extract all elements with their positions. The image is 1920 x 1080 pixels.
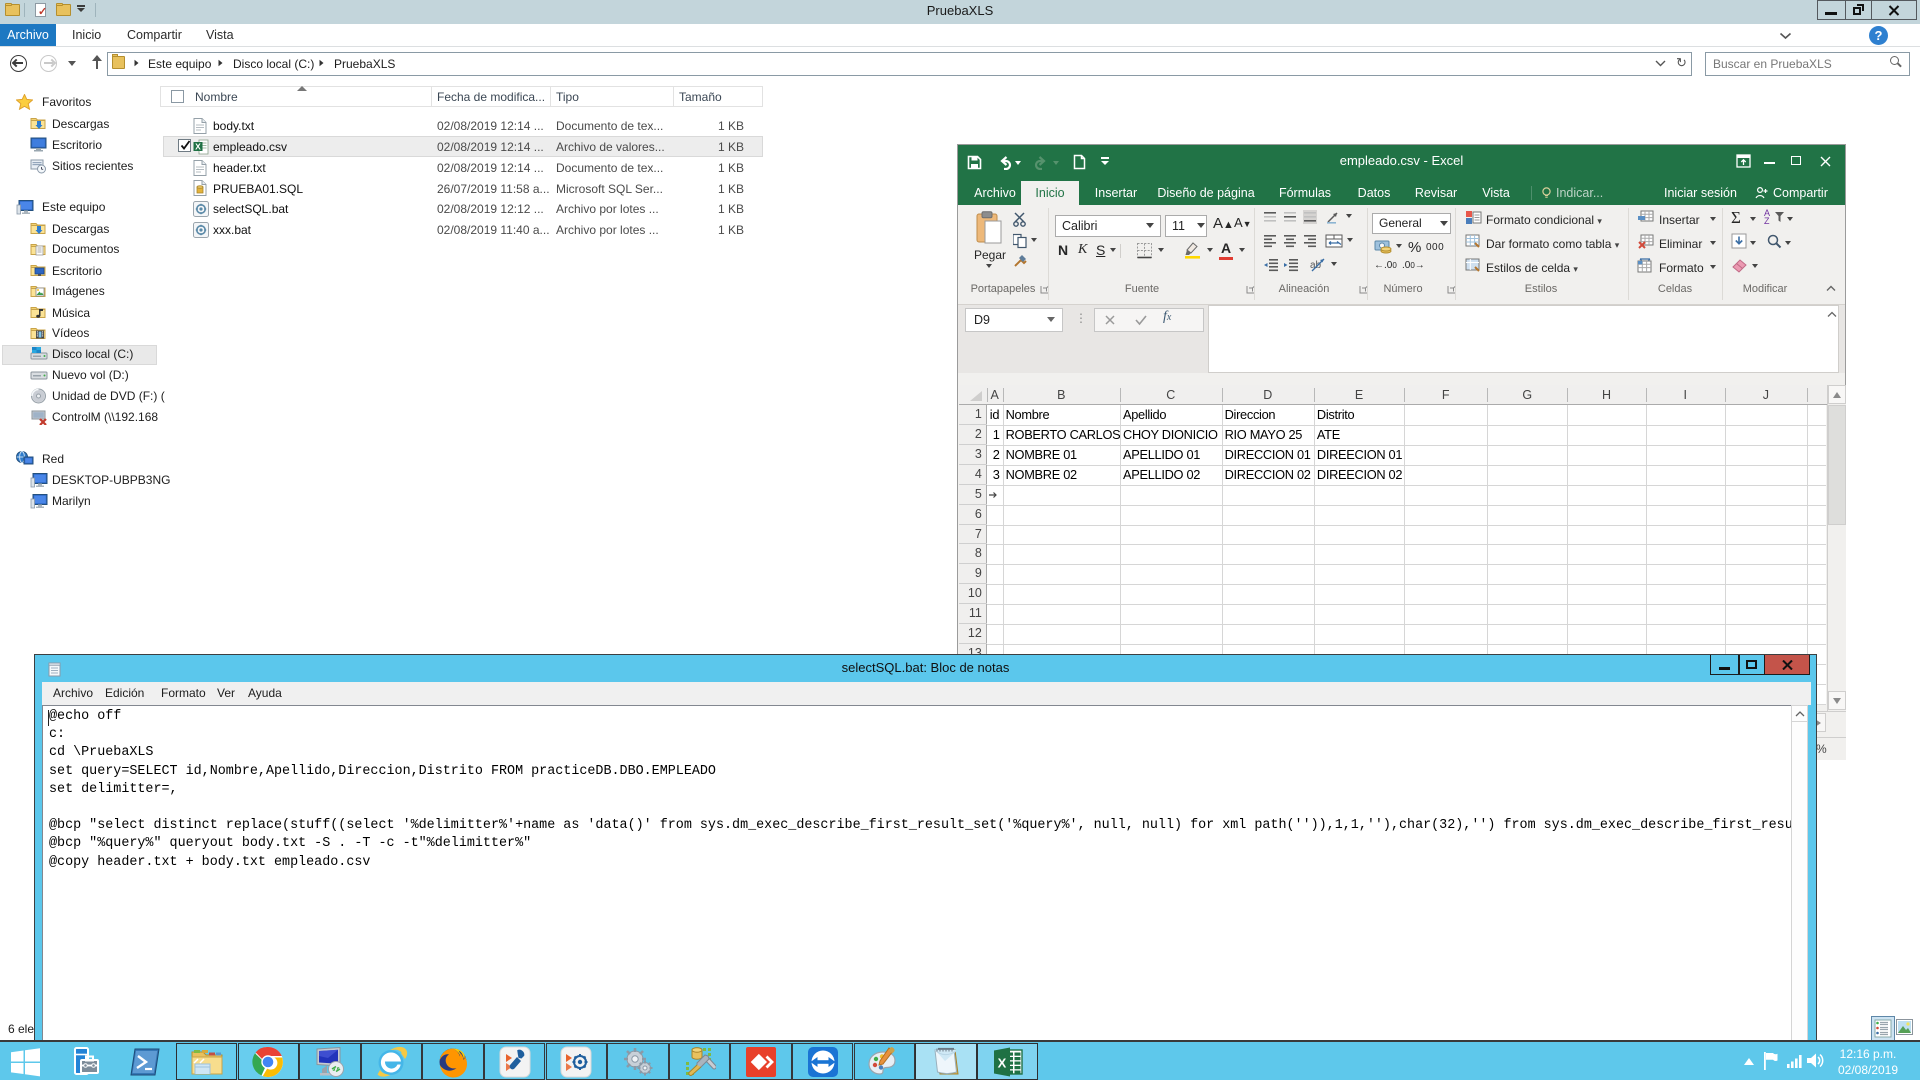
svg-text:X: X [195,142,201,152]
svg-text:X: X [998,1056,1007,1071]
svg-text:ab: ab [1310,260,1322,271]
